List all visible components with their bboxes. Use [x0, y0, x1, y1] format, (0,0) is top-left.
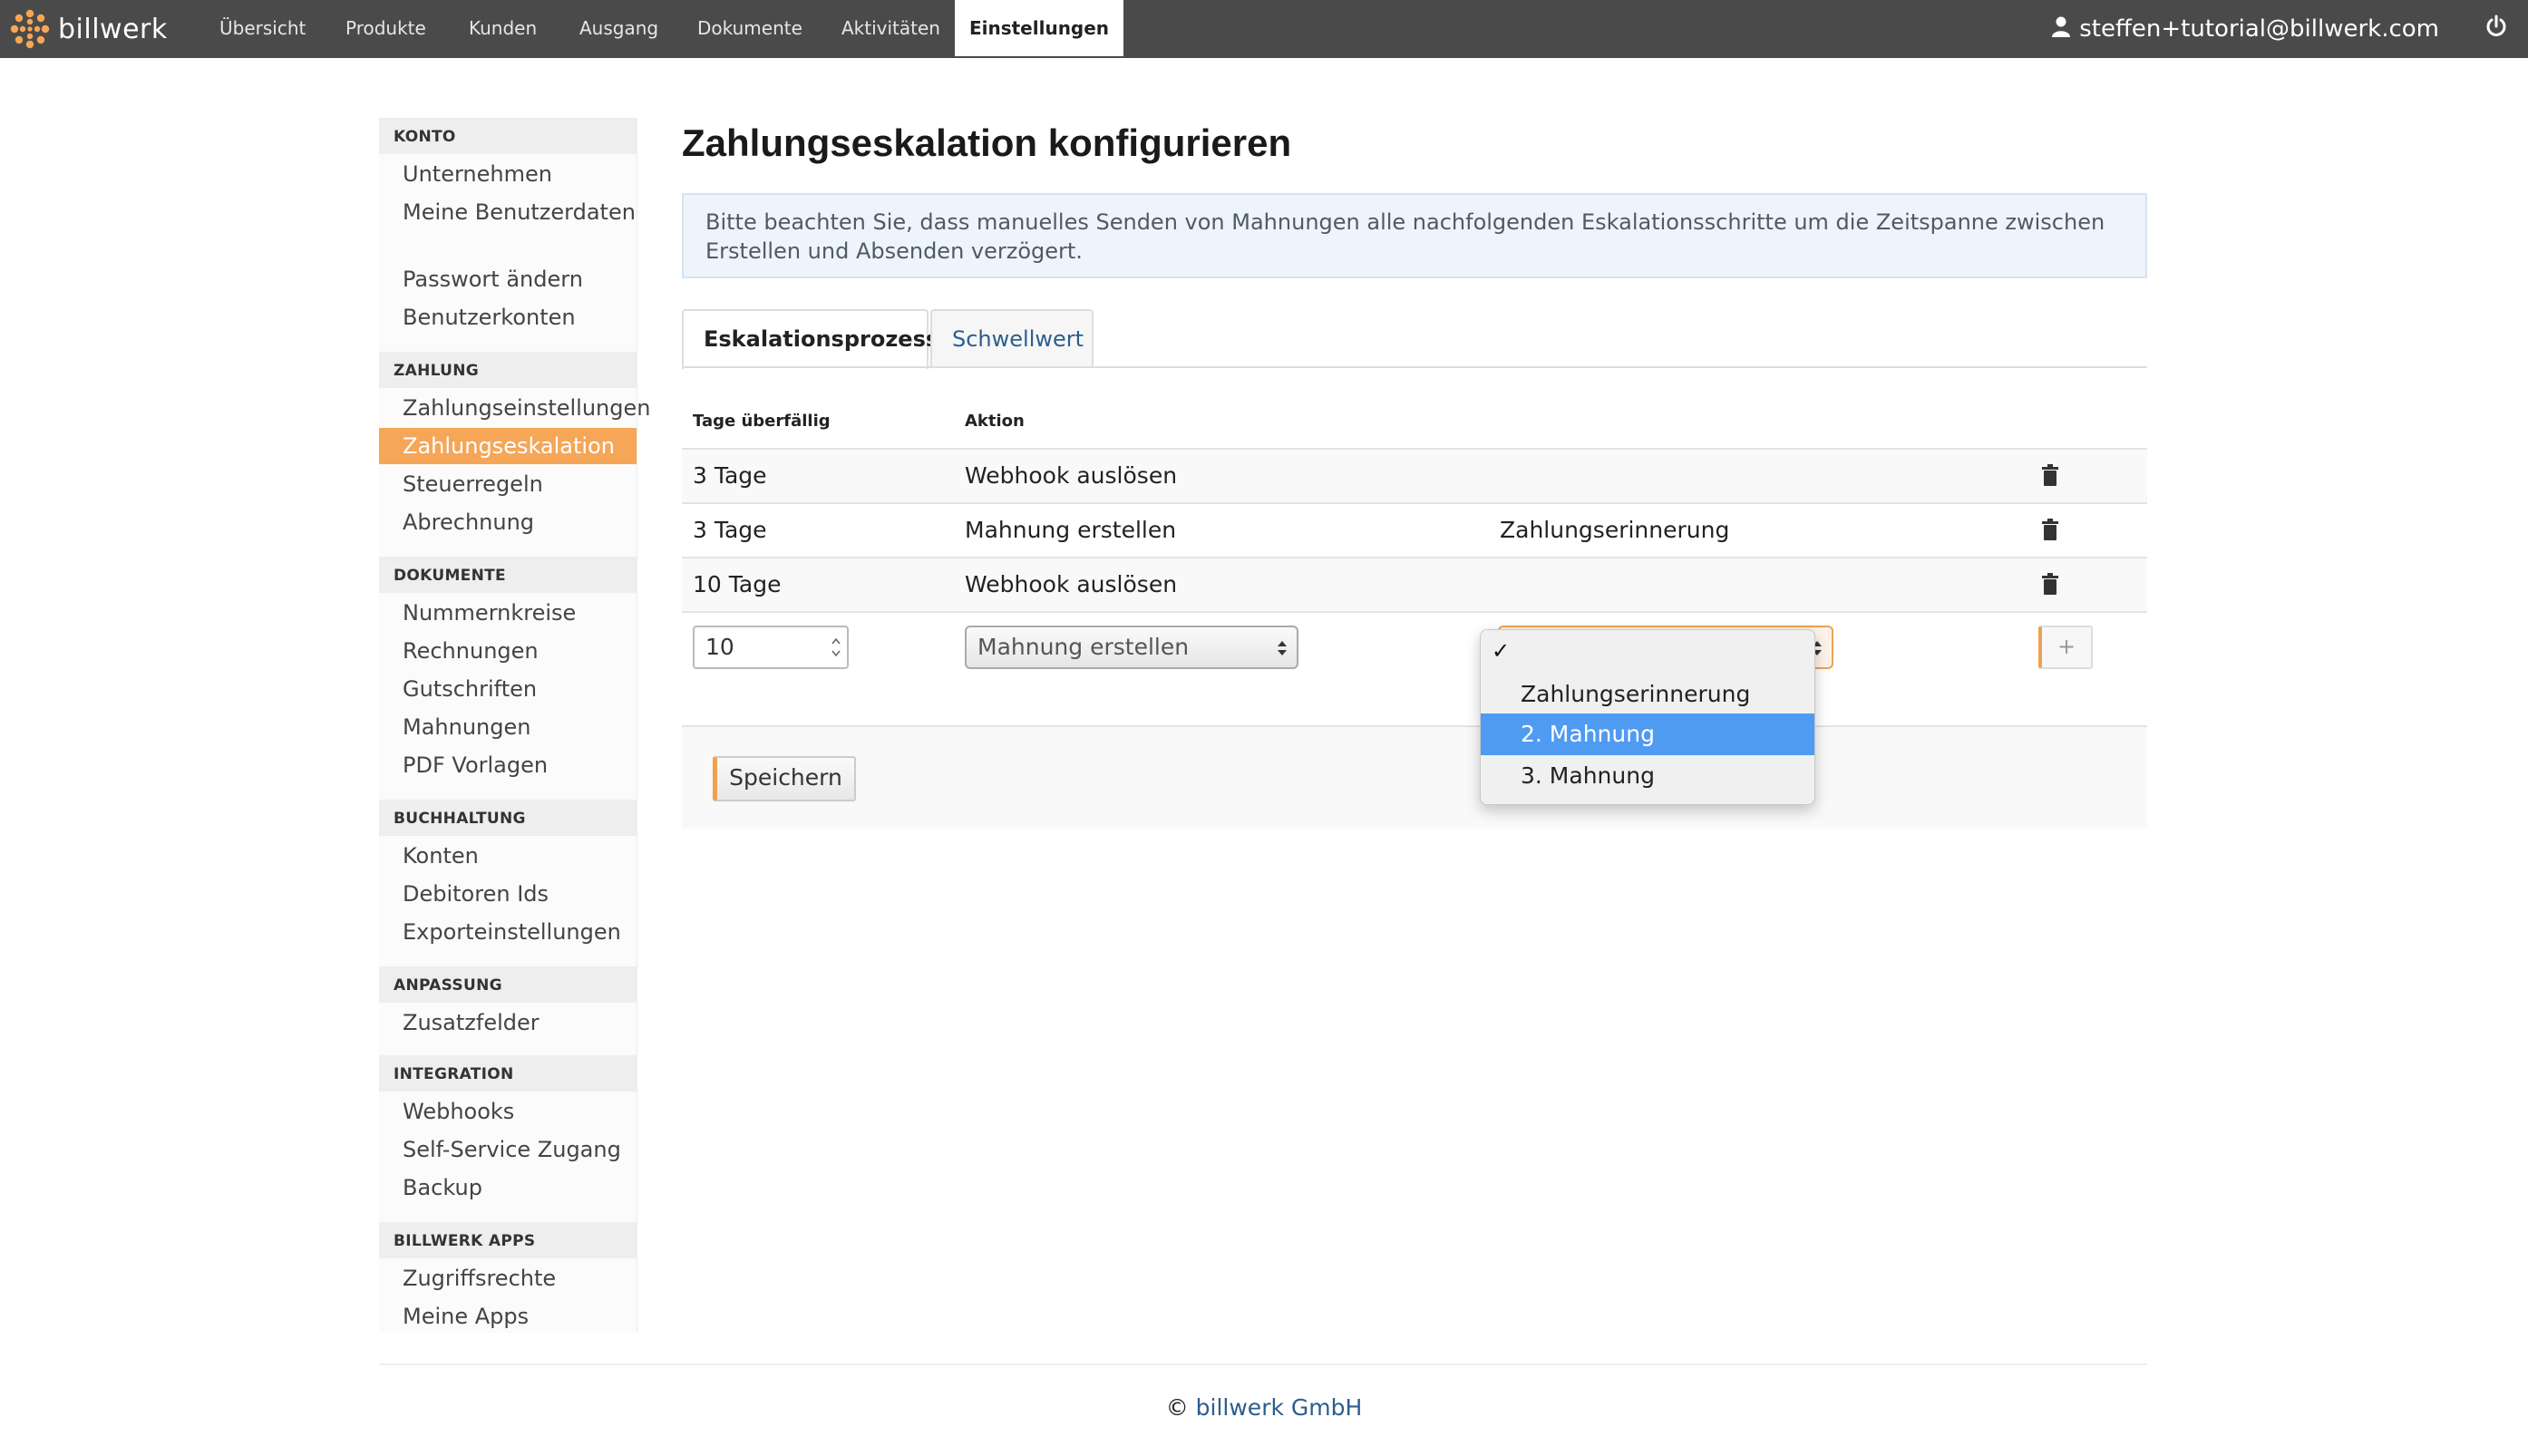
billwerk-logo[interactable]: billwerk [9, 0, 168, 58]
sidebar-item-zusatzfelder[interactable]: Zusatzfelder [379, 1008, 637, 1037]
sidebar-item-konten[interactable]: Konten [379, 841, 637, 870]
sidebar-item-webhooks[interactable]: Webhooks [379, 1097, 637, 1126]
sidebar-item-steuerregeln[interactable]: Steuerregeln [379, 470, 637, 499]
trash-icon[interactable] [2042, 573, 2058, 595]
days-overdue-input[interactable]: 10 [693, 626, 849, 669]
row-action: Mahnung erstellen [965, 517, 1177, 543]
nav-produkte[interactable]: Produkte [345, 0, 426, 58]
info-alert: Bitte beachten Sie, dass manuelles Sende… [682, 193, 2147, 278]
action-select[interactable]: Mahnung erstellen [965, 626, 1298, 669]
dropdown-option-2-mahnung[interactable]: 2. Mahnung [1481, 713, 1814, 755]
sidebar-item-abrechnung[interactable]: Abrechnung [379, 508, 637, 537]
info-text: Bitte beachten Sie, dass manuelles Sende… [705, 209, 2105, 264]
copyright: © billwerk GmbH [0, 1394, 2528, 1421]
copyright-symbol: © [1165, 1394, 1189, 1421]
select-arrows-icon [1278, 641, 1287, 655]
save-button[interactable]: Speichern [713, 756, 856, 801]
sidebar-item-self-service-zugang[interactable]: Self-Service Zugang [379, 1135, 637, 1164]
sidebar-heading-zahlung: ZAHLUNG [379, 352, 637, 388]
sidebar-heading-dokumente: DOKUMENTE [379, 557, 637, 593]
column-header-action: Aktion [965, 412, 1025, 431]
table-row: 10 Tage Webhook auslösen [682, 557, 2147, 611]
row-action: Webhook auslösen [965, 462, 1178, 489]
tab-divider [682, 366, 2147, 368]
row-days: 3 Tage [693, 462, 767, 489]
nav-kunden[interactable]: Kunden [469, 0, 537, 58]
sidebar-item-passwort-aendern[interactable]: Passwort ändern [379, 265, 637, 294]
column-header-days: Tage überfällig [693, 412, 831, 431]
brand-name: billwerk [58, 13, 168, 45]
settings-sidebar: KONTO Unternehmen Meine Benutzerdaten Pa… [379, 118, 650, 1333]
sidebar-item-debitoren-ids[interactable]: Debitoren Ids [379, 879, 637, 908]
page-title: Zahlungseskalation konfigurieren [682, 121, 1292, 164]
checkmark-icon: ✓ [1492, 638, 1511, 664]
user-menu[interactable]: steffen+tutorial@billwerk.com [2052, 0, 2439, 58]
sidebar-heading-billwerk-apps: BILLWERK APPS [379, 1222, 637, 1258]
sidebar-item-meine-apps[interactable]: Meine Apps [379, 1302, 637, 1331]
template-dropdown-menu: ✓ Zahlungserinnerung 2. Mahnung 3. Mahnu… [1480, 629, 1815, 805]
footer-divider [379, 1364, 2147, 1365]
nav-aktivitaeten[interactable]: Aktivitäten [841, 0, 940, 58]
sidebar-item-meine-benutzerdaten[interactable]: Meine Benutzerdaten [379, 198, 637, 227]
sidebar-item-pdf-vorlagen[interactable]: PDF Vorlagen [379, 751, 637, 780]
sidebar-item-mahnungen[interactable]: Mahnungen [379, 713, 637, 742]
sidebar-heading-anpassung: ANPASSUNG [379, 966, 637, 1003]
company-link[interactable]: billwerk GmbH [1196, 1394, 1363, 1421]
user-email: steffen+tutorial@billwerk.com [2079, 15, 2439, 43]
row-days: 10 Tage [693, 571, 782, 597]
new-escalation-row: 10 Mahnung erstellen + [682, 611, 2147, 725]
row-action: Webhook auslösen [965, 571, 1178, 597]
sidebar-item-zahlungseskalation[interactable]: Zahlungseskalation [379, 428, 637, 464]
row-days: 3 Tage [693, 517, 767, 543]
form-actions: Speichern [682, 725, 2147, 829]
dropdown-option-3-mahnung[interactable]: 3. Mahnung [1481, 755, 1814, 797]
sidebar-item-nummernkreise[interactable]: Nummernkreise [379, 598, 637, 627]
nav-ausgang[interactable]: Ausgang [579, 0, 658, 58]
sidebar-item-exporteinstellungen[interactable]: Exporteinstellungen [379, 917, 637, 946]
nav-uebersicht[interactable]: Übersicht [219, 0, 306, 58]
sidebar-item-gutschriften[interactable]: Gutschriften [379, 675, 637, 704]
user-icon [2052, 16, 2071, 37]
nav-einstellungen[interactable]: Einstellungen [955, 0, 1123, 56]
nav-dokumente[interactable]: Dokumente [697, 0, 802, 58]
sidebar-item-zahlungseinstellungen[interactable]: Zahlungseinstellungen [379, 393, 650, 422]
sidebar-item-backup[interactable]: Backup [379, 1173, 637, 1202]
tab-eskalationsprozess[interactable]: Eskalationsprozess [682, 309, 938, 369]
top-navigation-bar: billwerk Übersicht Produkte Kunden Ausga… [0, 0, 2528, 58]
tab-schwellwert[interactable]: Schwellwert [930, 309, 1094, 367]
sidebar-item-rechnungen[interactable]: Rechnungen [379, 636, 637, 665]
add-step-button[interactable]: + [2038, 626, 2093, 669]
dropdown-option-zahlungserinnerung[interactable]: Zahlungserinnerung [1481, 674, 1814, 715]
row-template: Zahlungserinnerung [1500, 517, 1730, 543]
billwerk-logo-icon [10, 9, 50, 49]
sidebar-item-benutzerkonten[interactable]: Benutzerkonten [379, 303, 637, 332]
table-row: 3 Tage Webhook auslösen [682, 448, 2147, 502]
days-overdue-value: 10 [705, 634, 734, 660]
power-icon[interactable] [2484, 15, 2508, 38]
sidebar-item-unternehmen[interactable]: Unternehmen [379, 160, 637, 189]
sidebar-heading-konto: KONTO [379, 118, 637, 154]
stepper-arrows-icon[interactable] [831, 635, 841, 660]
sidebar-heading-buchhaltung: BUCHHALTUNG [379, 800, 637, 836]
trash-icon[interactable] [2042, 519, 2058, 540]
dropdown-option-empty[interactable]: ✓ [1481, 630, 1814, 672]
trash-icon[interactable] [2042, 464, 2058, 486]
table-row: 3 Tage Mahnung erstellen Zahlungserinner… [682, 502, 2147, 557]
action-select-value: Mahnung erstellen [977, 634, 1190, 660]
sidebar-heading-integration: INTEGRATION [379, 1055, 637, 1092]
sidebar-item-zugriffsrechte[interactable]: Zugriffsrechte [379, 1264, 637, 1293]
